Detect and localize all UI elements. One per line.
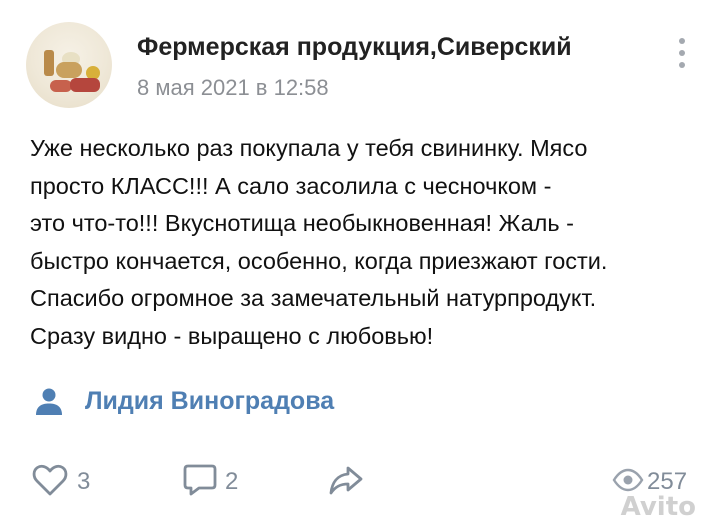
heart-icon <box>32 464 68 496</box>
author-name[interactable]: Лидия Виноградова <box>85 387 334 416</box>
post-header: Фермерская продукция,Сиверский 8 мая 202… <box>0 0 720 120</box>
like-button[interactable]: 3 <box>30 460 100 500</box>
user-icon <box>36 388 62 415</box>
post-text: Уже несколько раз покупала у тебя свинин… <box>30 130 700 355</box>
post-author[interactable]: Лидия Виноградова <box>30 383 430 423</box>
group-name[interactable]: Фермерская продукция,Сиверский <box>137 33 572 62</box>
share-arrow-icon <box>329 466 363 495</box>
post-text-line: просто КЛАСС!!! А сало засолила с чесноч… <box>30 172 552 199</box>
post-text-line: Уже несколько раз покупала у тебя свинин… <box>30 135 588 161</box>
share-button[interactable] <box>326 460 366 500</box>
comment-count: 2 <box>225 468 239 495</box>
group-avatar[interactable] <box>26 22 112 108</box>
post-date: 8 мая 2021 в 12:58 <box>137 75 329 100</box>
post-text-line: это что-то!!! Вкуснотища необыкновенная!… <box>30 210 574 236</box>
comment-icon <box>183 464 217 496</box>
comment-button[interactable]: 2 <box>180 460 250 500</box>
more-vertical-icon[interactable] <box>673 36 691 70</box>
post-actions: 3 2 257 <box>0 455 720 505</box>
post-text-line: Спасибо огромное за замечательный натурп… <box>30 285 597 311</box>
like-count: 3 <box>77 468 91 495</box>
post-text-line: Сразу видно - выращено с любовью! <box>30 322 434 349</box>
post-text-line: быстро кончается, особенно, когда приезж… <box>30 247 608 274</box>
avito-watermark: Avito <box>620 492 696 522</box>
